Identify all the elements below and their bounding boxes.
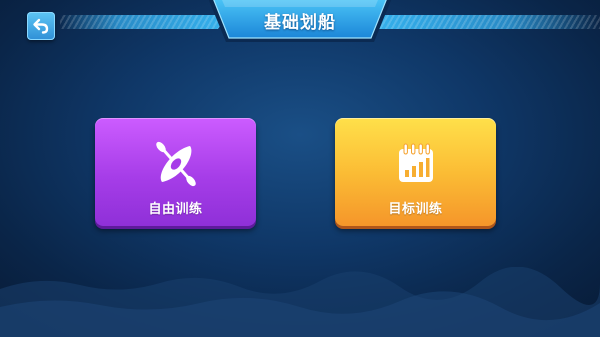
header-stripe-left bbox=[60, 15, 228, 29]
calendar-chart-icon bbox=[398, 143, 433, 182]
wave-decoration bbox=[0, 267, 600, 337]
app-screen: 基础划船 自由训练 目标训练 bbox=[0, 0, 600, 337]
title-tab: 基础划船 bbox=[208, 0, 392, 44]
back-button[interactable] bbox=[27, 12, 55, 40]
kayak-paddle-icon bbox=[155, 141, 196, 187]
free-training-label: 自由训练 bbox=[148, 202, 203, 217]
header-stripe-right bbox=[372, 15, 600, 29]
target-training-label: 目标训练 bbox=[388, 202, 443, 217]
free-training-button[interactable]: 自由训练 bbox=[95, 118, 256, 226]
page-title: 基础划船 bbox=[264, 12, 336, 33]
target-training-button[interactable]: 目标训练 bbox=[335, 118, 496, 226]
back-arrow-icon bbox=[33, 18, 49, 34]
